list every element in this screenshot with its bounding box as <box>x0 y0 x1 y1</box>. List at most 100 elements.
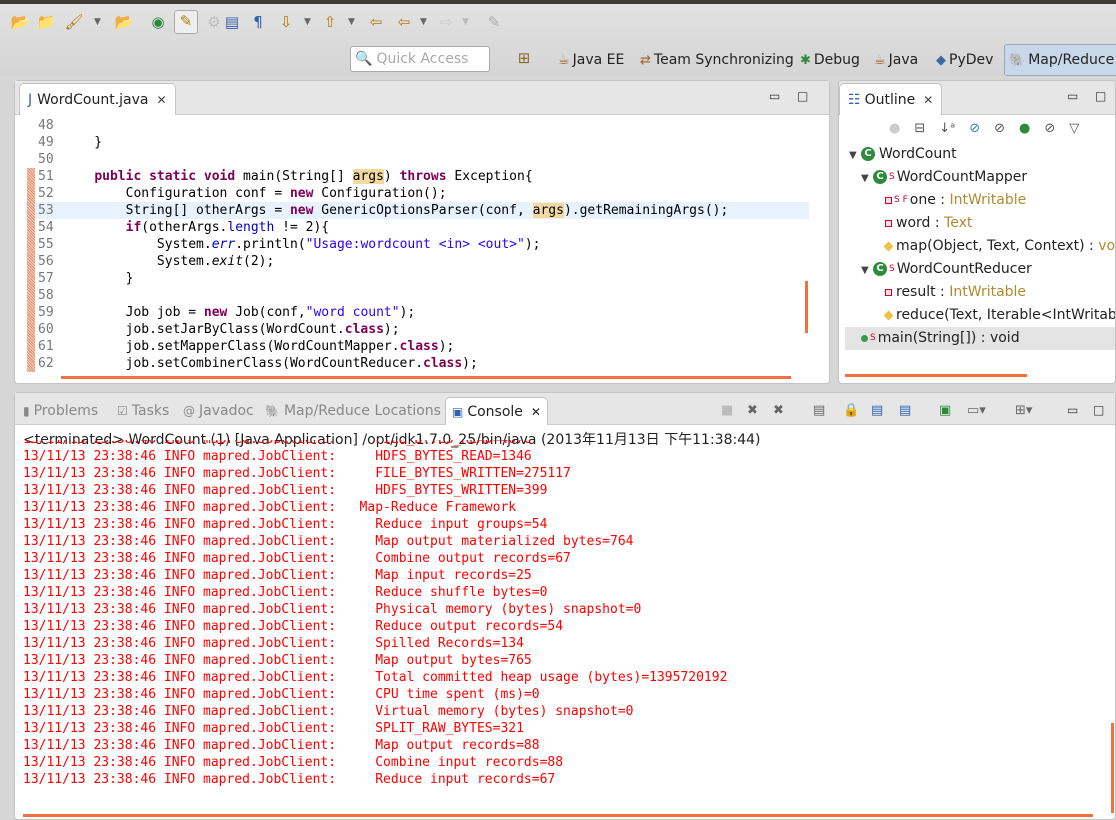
maximize-icon[interactable]: □ <box>1093 403 1104 417</box>
chevron-down-icon[interactable]: ▼ <box>304 12 311 32</box>
outline-item[interactable]: map(Object, Text, Context) : void <box>845 235 1115 258</box>
show-whitespace-icon[interactable]: ¶ <box>248 12 268 32</box>
perspective-team-sync[interactable]: ⇄ Team Synchronizing <box>640 44 794 76</box>
minimize-icon[interactable]: ▭ <box>769 89 780 103</box>
new-project-icon[interactable]: 📂 <box>10 12 30 32</box>
perspective-map-reduce[interactable]: 🐘 Map/Reduce <box>1004 44 1116 76</box>
expand-triangle-icon[interactable]: ▼ <box>861 167 873 190</box>
show-on-output-icon[interactable]: ▤ <box>899 403 911 418</box>
hide-nonpublic-icon[interactable]: ● <box>1019 121 1030 136</box>
code-text: job.setJarByClass(WordCount.class); <box>63 322 400 337</box>
code-line[interactable]: 48 <box>25 117 809 134</box>
outline-item[interactable]: result : IntWritable <box>845 281 1115 304</box>
java-file-icon: J <box>28 91 33 108</box>
code-line[interactable]: 55 System.err.println("Usage:wordcount <… <box>25 236 809 253</box>
new-class-icon[interactable]: ◉ <box>148 12 168 32</box>
problems-icon: ▮ <box>23 404 30 418</box>
code-line[interactable]: 51 public static void main(String[] args… <box>25 168 809 185</box>
tab-tasks[interactable]: ☑ Tasks <box>117 397 169 425</box>
word-wrap-icon[interactable]: ▤ <box>871 403 883 418</box>
outline-item[interactable]: ▼ C WordCount <box>845 143 1115 166</box>
hide-local-types-icon[interactable]: ⊘ <box>1044 121 1055 136</box>
outline-item[interactable]: reduce(Text, Iterable<IntWritab <box>845 304 1115 327</box>
outline-item[interactable]: ▼ C S WordCountMapper <box>845 166 1115 189</box>
console-line: 13/11/13 23:38:46 INFO mapred.JobClient:… <box>23 686 1105 703</box>
code-line[interactable]: 60 job.setJarByClass(WordCount.class); <box>25 321 809 338</box>
scrollbar-thumb[interactable] <box>1111 723 1114 813</box>
chevron-down-icon[interactable]: ▼ <box>420 12 427 32</box>
expand-triangle-icon[interactable]: ▼ <box>861 259 873 282</box>
close-icon[interactable]: ✕ <box>156 93 166 107</box>
line-number: 52 <box>38 186 54 201</box>
tab-wordcount-java[interactable]: J WordCount.java ✕ <box>19 83 176 115</box>
pin-console-icon[interactable]: ▣ <box>939 403 951 418</box>
code-line[interactable]: 58 <box>25 287 809 304</box>
collapse-all-icon[interactable]: ⊟ <box>914 121 925 136</box>
prev-annotation-icon[interactable]: ⇧ <box>320 12 340 32</box>
maximize-icon[interactable]: □ <box>797 89 808 103</box>
open-folder-icon[interactable]: 📁 <box>36 12 56 32</box>
code-line[interactable]: 59 Job job = new Job(conf,"word count"); <box>25 304 809 321</box>
display-console-icon[interactable]: ▭▾ <box>967 403 986 418</box>
console-output[interactable]: 13/11/13 23:38:46 INFO mapred.JobClient:… <box>23 440 1105 799</box>
outline-item[interactable]: S Fone : IntWritable <box>845 189 1115 212</box>
code-line[interactable]: 50 <box>25 151 809 168</box>
view-menu-icon[interactable]: ▽ <box>1069 121 1079 136</box>
code-line[interactable]: 49 } <box>25 134 809 151</box>
clear-console-icon[interactable]: ▤ <box>813 403 825 418</box>
code-line[interactable]: 53 String[] otherArgs = new GenericOptio… <box>25 202 809 219</box>
close-icon[interactable]: ✕ <box>923 93 933 107</box>
code-editor[interactable]: 48 49 } 50 51 public static void main(Strin… <box>25 116 809 381</box>
open-type-icon[interactable]: 📂 <box>114 12 134 32</box>
line-number: 49 <box>38 135 54 150</box>
hide-fields-icon[interactable]: ⊘ <box>969 121 980 136</box>
open-console-icon[interactable]: ⊞▾ <box>1015 403 1032 418</box>
perspective-java-ee[interactable]: ☕ Java EE <box>558 44 624 76</box>
tab-problems[interactable]: ▮ Problems <box>23 397 98 425</box>
tab-map-reduce-locations[interactable]: 🐘 Map/Reduce Locations <box>265 397 441 425</box>
code-line[interactable]: 61 job.setMapperClass(WordCountMapper.cl… <box>25 338 809 355</box>
close-icon[interactable]: ✕ <box>531 405 541 419</box>
sort-icon[interactable]: ↓ᵃ <box>939 121 955 136</box>
perspective-pydev[interactable]: ◆ PyDev <box>936 44 993 76</box>
next-annotation-icon[interactable]: ⇩ <box>276 12 296 32</box>
perspective-debug[interactable]: ✱ Debug <box>800 44 860 76</box>
log-prefix: 13/11/13 23:38:46 INFO mapred.JobClient: <box>23 534 344 549</box>
expand-triangle-icon[interactable]: ▼ <box>849 144 861 167</box>
quick-access-input[interactable]: 🔍 Quick Access <box>350 46 490 72</box>
tab-console[interactable]: ▣ Console ✕ <box>445 397 548 425</box>
code-line[interactable]: 54 if(otherArgs.length != 2){ <box>25 219 809 236</box>
scroll-lock-icon[interactable]: 🔒 <box>843 403 859 418</box>
minimize-icon[interactable]: ▭ <box>1067 89 1078 103</box>
terminate-icon: ■ <box>721 403 734 418</box>
maximize-icon[interactable]: □ <box>1095 89 1106 103</box>
code-line[interactable]: 62 job.setCombinerClass(WordCountReducer… <box>25 355 809 372</box>
remove-launch-icon[interactable]: ✖ <box>747 403 758 418</box>
outline-item[interactable]: word : Text <box>845 212 1115 235</box>
tab-outline[interactable]: ☷ Outline ✕ <box>839 83 943 115</box>
elephant-icon: 🐘 <box>265 404 280 418</box>
chevron-down-icon[interactable]: ▼ <box>94 12 101 32</box>
chevron-down-icon[interactable]: ▼ <box>348 12 355 32</box>
tab-javadoc[interactable]: @ Javadoc <box>183 397 254 425</box>
build-icon[interactable]: 🖌 <box>64 12 84 32</box>
block-select-icon[interactable]: ▤ <box>222 12 242 32</box>
code-line[interactable]: 52 Configuration conf = new Configuratio… <box>25 185 809 202</box>
outline-item[interactable]: ▼ C S WordCountReducer <box>845 258 1115 281</box>
perspective-java[interactable]: ☕ Java <box>874 44 918 76</box>
highlight-icon[interactable]: ✎ <box>174 10 198 34</box>
back-icon[interactable]: ⇦ <box>394 12 414 32</box>
default-method-icon <box>883 310 894 320</box>
log-prefix: 13/11/13 23:38:46 INFO mapred.JobClient: <box>23 551 344 566</box>
hide-static-icon[interactable]: ⊘ <box>994 121 1005 136</box>
outline-tree: ▼ C WordCount ▼ C S WordCountMapper S Fone : In… <box>845 143 1115 350</box>
private-field-icon <box>885 219 892 227</box>
console-line: 13/11/13 23:38:46 INFO mapred.JobClient:… <box>23 601 1105 618</box>
open-perspective-icon[interactable]: ⊞ <box>514 48 534 68</box>
code-line[interactable]: 57 } <box>25 270 809 287</box>
code-line[interactable]: 56 System.exit(2); <box>25 253 809 270</box>
outline-item[interactable]: Smain(String[]) : void <box>845 327 1115 350</box>
remove-all-icon[interactable]: ✖ <box>773 403 784 418</box>
last-edit-icon[interactable]: ⇦ <box>366 12 386 32</box>
minimize-icon[interactable]: ▭ <box>1067 403 1078 417</box>
